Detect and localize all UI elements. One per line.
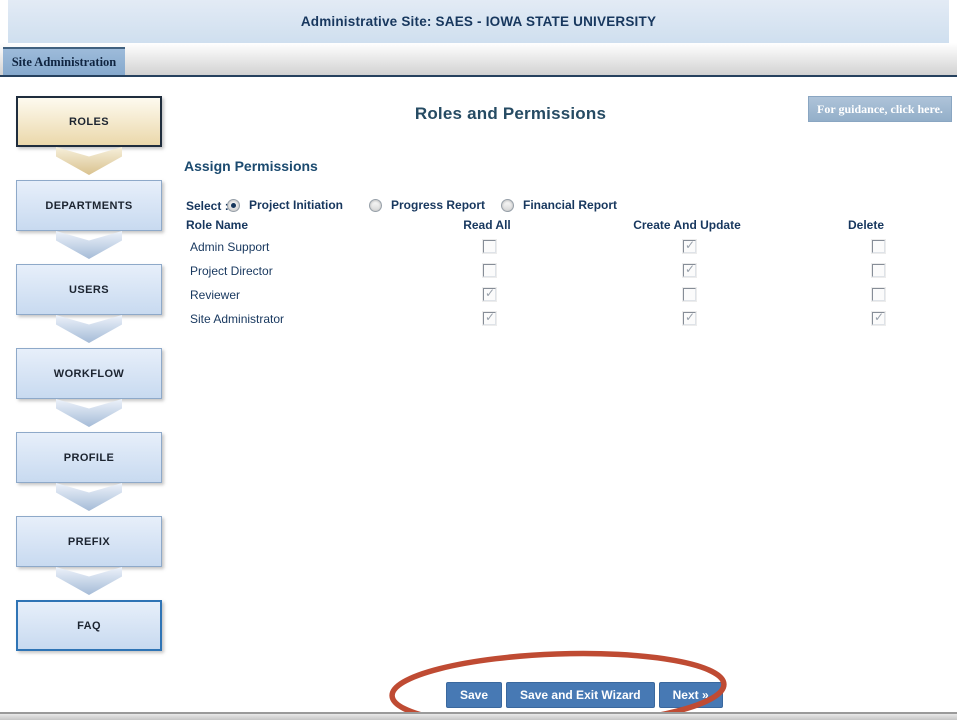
step-label: USERS [69,283,109,296]
tab-bar: Site Administration [0,43,957,77]
checkbox-create-and-update[interactable] [682,310,697,326]
sidebar-step-users[interactable]: USERS [16,264,162,315]
tab-label: Site Administration [11,55,117,69]
sidebar-step-prefix[interactable]: PREFIX [16,516,162,567]
chevron-down-icon [56,147,122,175]
app-title: Administrative Site: SAES - IOWA STATE U… [300,14,657,29]
sidebar-step-departments[interactable]: DEPARTMENTS [16,180,162,231]
step-label: PREFIX [67,535,111,548]
radio-label: Progress Report [391,198,486,212]
wizard-actions: Save Save and Exit Wizard Next » [446,682,723,708]
column-header-delete: Delete [847,218,885,232]
sidebar-step-profile[interactable]: PROFILE [16,432,162,483]
checkbox-delete[interactable] [871,239,886,254]
section-title: Assign Permissions [184,158,318,174]
footer-bar [0,712,957,720]
checkbox-delete[interactable] [871,263,886,278]
column-header-role-name: Role Name [186,218,249,232]
next-button[interactable]: Next » [658,682,723,708]
column-header-read-all: Read All [463,218,511,232]
sidebar-step-roles[interactable]: ROLES [16,96,162,147]
step-label: WORKFLOW [53,367,125,380]
column-header-create-and-update: Create And Update [633,218,741,232]
step-label: FAQ [77,619,101,632]
chevron-down-icon [56,231,122,259]
checkbox-delete[interactable] [871,310,886,326]
tab-site-administration[interactable]: Site Administration [3,47,125,75]
role-name: Admin Support [190,240,270,254]
chevron-down-icon [56,315,122,343]
step-label: ROLES [69,115,109,128]
radio-icon[interactable] [227,198,240,212]
save-button[interactable]: Save [446,682,503,708]
checkbox-read-all[interactable] [482,310,497,326]
role-name: Reviewer [190,288,241,302]
chevron-down-icon [56,483,122,511]
chevron-down-icon [56,567,122,595]
checkbox-read-all[interactable] [482,286,497,302]
checkbox-read-all[interactable] [482,239,497,254]
role-name: Site Administrator [190,312,285,326]
step-label: PROFILE [63,451,115,464]
radio-option-project-initiation[interactable]: Project Initiation [227,198,343,212]
checkbox-create-and-update[interactable] [682,287,697,302]
role-name: Project Director [190,264,273,278]
radio-icon[interactable] [501,198,514,212]
radio-option-progress-report[interactable]: Progress Report [369,198,485,212]
sidebar-step-faq[interactable]: FAQ [16,600,162,651]
app-header: Administrative Site: SAES - IOWA STATE U… [8,0,949,43]
checkbox-read-all[interactable] [482,263,497,278]
step-label: DEPARTMENTS [45,199,133,212]
sidebar-step-workflow[interactable]: WORKFLOW [16,348,162,399]
select-label: Select : [186,199,229,213]
checkbox-create-and-update[interactable] [682,262,697,278]
checkbox-delete[interactable] [871,287,886,302]
page: Administrative Site: SAES - IOWA STATE U… [0,0,957,720]
radio-label: Project Initiation [249,198,344,212]
radio-icon[interactable] [369,198,382,212]
save-and-exit-wizard-button[interactable]: Save and Exit Wizard [506,682,655,708]
page-title: Roles and Permissions [414,104,607,123]
checkbox-create-and-update[interactable] [682,238,697,254]
radio-option-financial-report[interactable]: Financial Report [501,198,617,212]
chevron-down-icon [56,399,122,427]
radio-label: Financial Report [523,198,618,212]
